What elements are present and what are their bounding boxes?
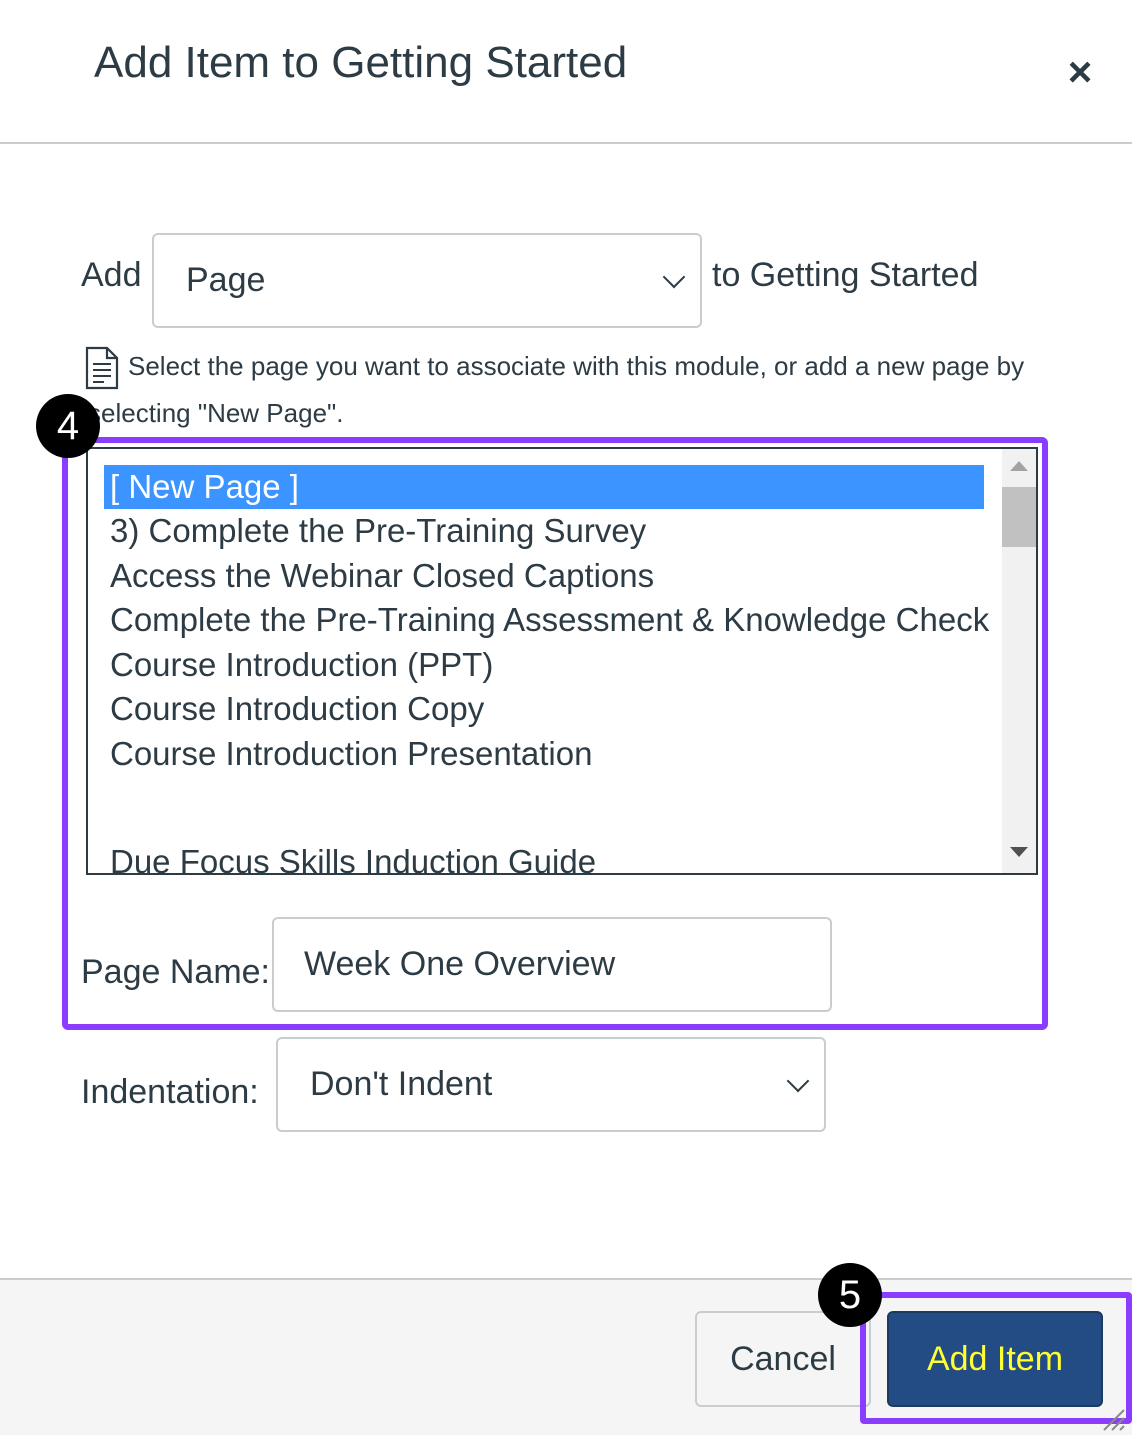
page-name-input[interactable] (272, 917, 832, 1012)
add-label: Add (81, 256, 142, 294)
item-type-value: Page (186, 261, 266, 299)
step-4-badge: 4 (36, 394, 100, 458)
instruction-text: Select the page you want to associate wi… (88, 351, 1025, 428)
chevron-down-icon (786, 1069, 810, 1093)
indentation-select[interactable]: Don't Indent (276, 1037, 826, 1132)
step-5-highlight (860, 1292, 1132, 1424)
add-item-dialog: Add Item to Getting Started × Add Page t… (0, 0, 1132, 1435)
item-type-select[interactable]: Page (152, 233, 702, 328)
to-module-label: to Getting Started (712, 256, 979, 294)
dialog-header: Add Item to Getting Started × (0, 0, 1132, 144)
close-icon[interactable]: × (1058, 48, 1102, 95)
chevron-down-icon (662, 265, 686, 289)
step-5-badge: 5 (818, 1263, 882, 1327)
indentation-label: Indentation: (81, 1073, 259, 1111)
page-name-label: Page Name: (81, 953, 270, 991)
resize-grip-icon[interactable] (1098, 1404, 1126, 1432)
dialog-title: Add Item to Getting Started (94, 38, 628, 87)
indentation-value: Don't Indent (310, 1065, 493, 1103)
